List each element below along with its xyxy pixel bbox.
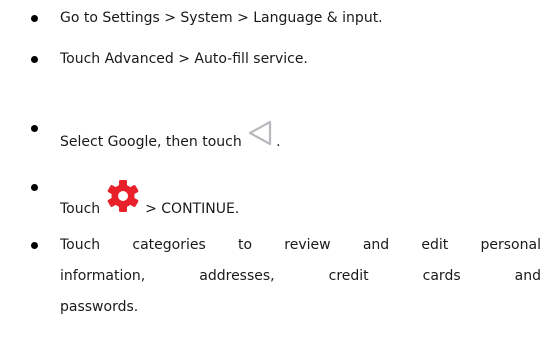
word: and: [514, 268, 541, 284]
step-2-text: Touch Advanced > Auto-fill service.: [60, 51, 308, 67]
word: edit: [421, 237, 449, 253]
word: and: [362, 237, 390, 253]
word: addresses,: [199, 268, 275, 284]
step-4-text-after: > CONTINUE.: [140, 201, 240, 217]
back-triangle-icon: [246, 120, 276, 150]
step-3-text-before: Select Google, then touch: [60, 134, 247, 150]
bullet-dot: [31, 242, 38, 249]
word: cards: [422, 268, 461, 284]
step-3-text: Select Google, then touch .: [60, 120, 281, 150]
step-4-text: Touch > CONTINUE.: [60, 179, 239, 217]
word: categories: [132, 237, 206, 253]
word: credit: [328, 268, 369, 284]
step-1-text: Go to Settings > System > Language & inp…: [60, 10, 383, 26]
gear-icon: [105, 179, 141, 217]
instruction-list: Go to Settings > System > Language & inp…: [0, 0, 557, 361]
word: to: [238, 237, 253, 253]
step-5-line: passwords.: [60, 292, 541, 323]
step-5-text: Touch categories to review and edit pers…: [60, 230, 541, 323]
step-4-text-before: Touch: [60, 201, 105, 217]
word: review: [284, 237, 331, 253]
bullet-dot: [31, 56, 38, 63]
step-5-line: Touch categories to review and edit pers…: [60, 230, 541, 261]
word: passwords.: [60, 299, 139, 315]
bullet-dot: [31, 15, 38, 22]
bullet-dot: [31, 184, 38, 191]
word: information,: [60, 268, 146, 284]
step-5-line: information, addresses, credit cards and: [60, 261, 541, 292]
step-3-text-after: .: [276, 134, 281, 150]
bullet-dot: [31, 125, 38, 132]
word: Touch: [60, 237, 101, 253]
word: personal: [480, 237, 541, 253]
